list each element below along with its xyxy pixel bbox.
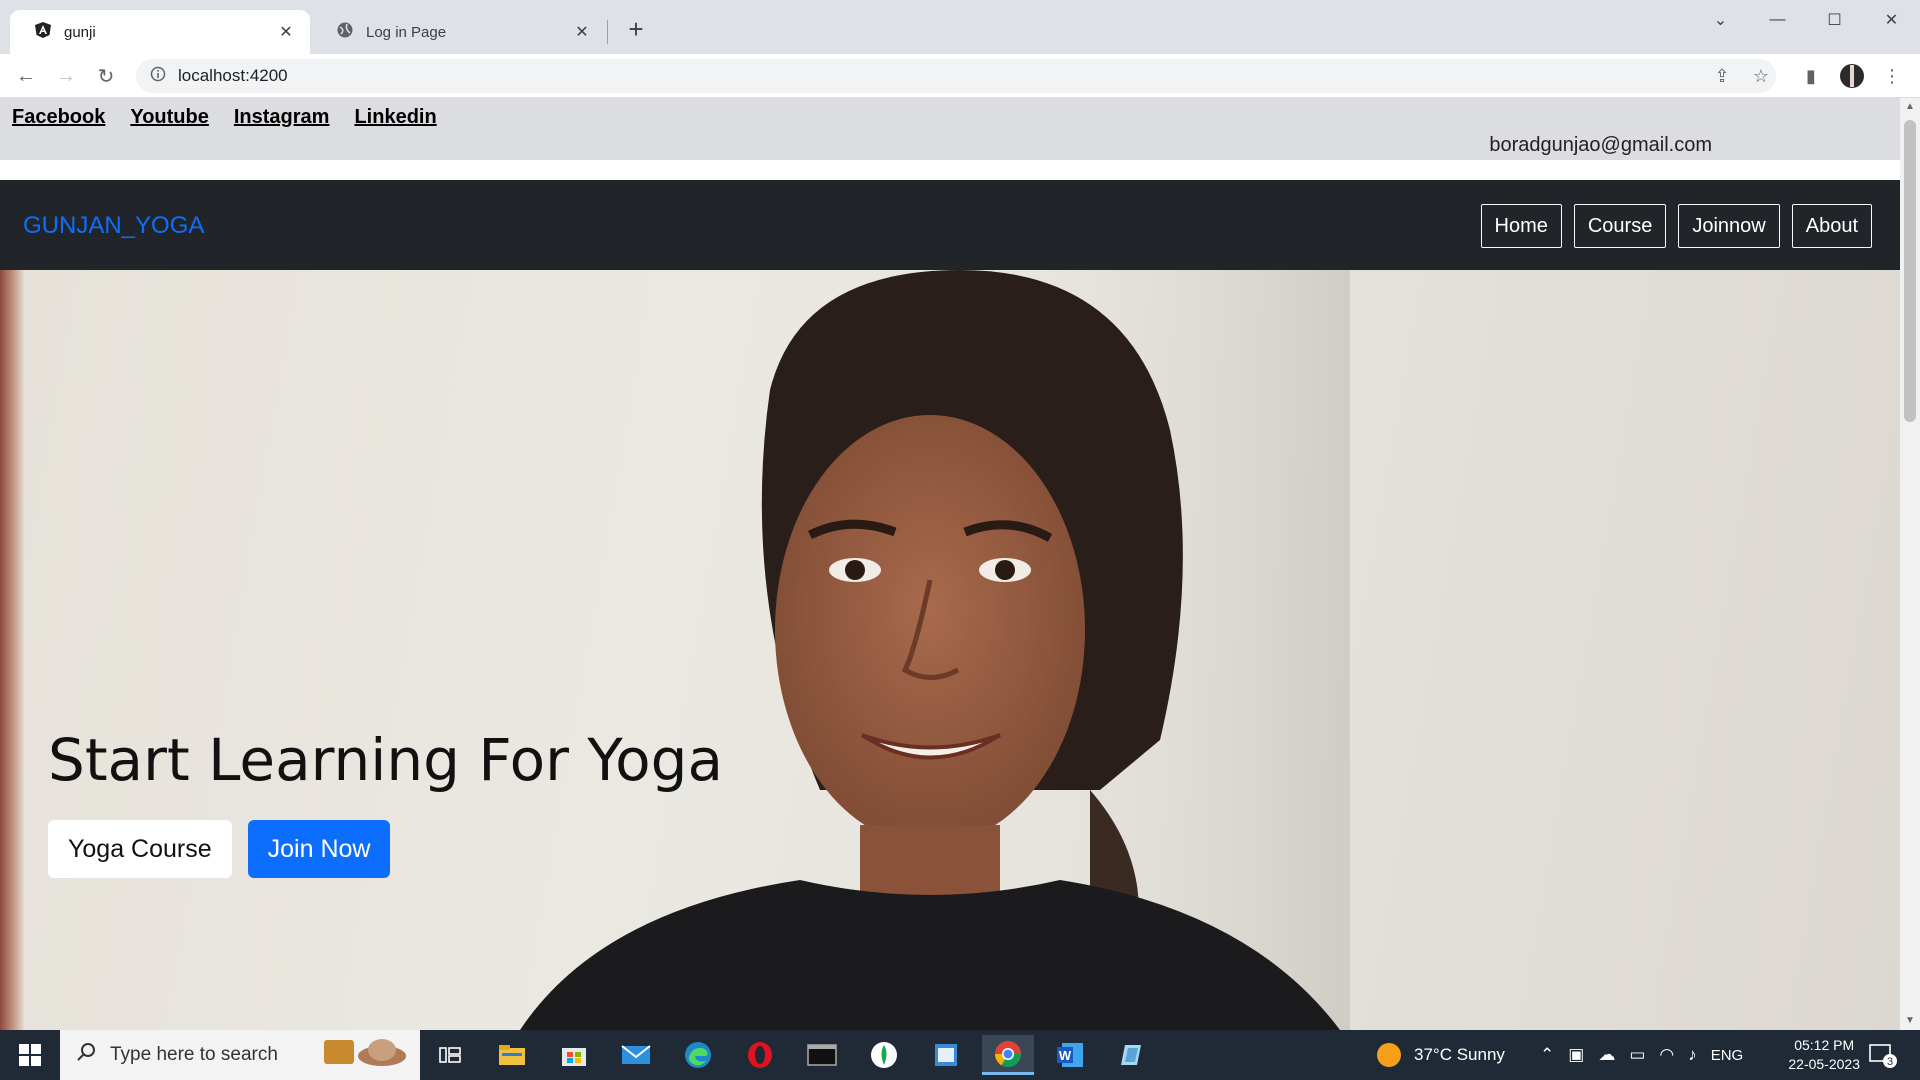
facebook-link[interactable]: Facebook xyxy=(12,106,105,129)
notification-count: 3 xyxy=(1887,1056,1893,1068)
profile-avatar[interactable] xyxy=(1836,60,1868,92)
new-tab-button[interactable]: + xyxy=(622,16,650,44)
tab-search-icon[interactable]: ⌄ xyxy=(1692,0,1749,40)
globe-icon xyxy=(336,21,354,43)
nav-joinnow-button[interactable]: Joinnow xyxy=(1678,204,1780,248)
chrome-browser-icon[interactable] xyxy=(982,1035,1034,1075)
meet-now-icon[interactable]: ▣ xyxy=(1568,1045,1584,1065)
instagram-link[interactable]: Instagram xyxy=(234,106,330,129)
nav-about-button[interactable]: About xyxy=(1791,204,1872,248)
tab-title: Log in Page xyxy=(366,23,447,41)
search-icon xyxy=(76,1042,96,1068)
windows-taskbar: Type here to search W 37°C Sunny ⌃ ▣ ☁ ▭… xyxy=(0,1030,1920,1080)
hero-title: Start Learning For Yoga xyxy=(48,726,723,794)
hero-portrait-image xyxy=(520,270,1350,1030)
weather-widget[interactable]: 37°C Sunny xyxy=(1376,1030,1505,1080)
info-icon[interactable] xyxy=(150,66,166,87)
address-bar[interactable]: localhost:4200 xyxy=(136,59,1776,93)
hero-buttons: Yoga Course Join Now xyxy=(48,820,391,878)
sun-icon xyxy=(1377,1043,1401,1067)
tab-log-in-page[interactable]: Log in Page ✕ xyxy=(312,10,606,54)
opera-browser-icon[interactable] xyxy=(734,1035,786,1075)
wifi-icon[interactable]: ◠ xyxy=(1659,1045,1674,1065)
battery-icon[interactable]: ▭ xyxy=(1629,1045,1645,1065)
scrollbar-thumb[interactable] xyxy=(1904,120,1916,422)
clock[interactable]: 05:12 PM 22-05-2023 xyxy=(1788,1036,1860,1074)
edge-browser-icon[interactable] xyxy=(672,1035,724,1075)
chevron-up-icon[interactable]: ⌃ xyxy=(1540,1045,1554,1065)
microsoft-store-icon[interactable] xyxy=(548,1035,600,1075)
close-tab-icon[interactable]: ✕ xyxy=(572,22,592,42)
close-window-icon[interactable]: ✕ xyxy=(1863,0,1920,40)
contact-email: boradgunjao@gmail.com xyxy=(1489,134,1712,156)
hero-section: Start Learning For Yoga Yoga Course Join… xyxy=(0,270,1900,1030)
search-placeholder: Type here to search xyxy=(110,1044,278,1065)
windows-start-icon[interactable] xyxy=(0,1030,60,1080)
onedrive-cloud-icon[interactable]: ☁ xyxy=(1598,1045,1615,1065)
share-icon[interactable]: ⇪ xyxy=(1706,60,1738,92)
side-panel-icon[interactable]: ▮ xyxy=(1795,60,1827,92)
social-links: Facebook Youtube Instagram Linkedin xyxy=(12,106,437,129)
angular-favicon-icon xyxy=(34,21,52,43)
notification-center-icon[interactable]: 3 xyxy=(1868,1030,1898,1080)
scroll-down-icon[interactable]: ▼ xyxy=(1900,1012,1920,1030)
word-icon[interactable]: W xyxy=(1044,1035,1096,1075)
back-icon[interactable]: ← xyxy=(10,60,42,92)
scroll-up-icon[interactable]: ▲ xyxy=(1900,98,1920,116)
hero-edge-shadow xyxy=(0,270,24,1030)
social-bar: Facebook Youtube Instagram Linkedin bora… xyxy=(0,98,1900,160)
tab-title: gunji xyxy=(64,23,96,41)
clock-date: 22-05-2023 xyxy=(1788,1056,1860,1072)
taskbar-search-box[interactable]: Type here to search xyxy=(60,1030,420,1080)
bookmark-star-icon[interactable]: ☆ xyxy=(1745,60,1777,92)
system-tray: ⌃ ▣ ☁ ▭ ◠ ♪ ENG xyxy=(1540,1030,1743,1080)
tab-gunji[interactable]: gunji ✕ xyxy=(10,10,310,54)
nav-buttons: Home Course Joinnow About xyxy=(1480,204,1872,248)
snipping-tool-icon[interactable] xyxy=(1106,1035,1158,1075)
yoga-course-button[interactable]: Yoga Course xyxy=(48,820,232,878)
reload-icon[interactable]: ↻ xyxy=(90,60,122,92)
task-view-icon[interactable] xyxy=(424,1035,476,1075)
brand-logo[interactable]: GUNJAN_YOGA xyxy=(23,212,204,240)
notepad-app-icon[interactable] xyxy=(920,1035,972,1075)
youtube-link[interactable]: Youtube xyxy=(130,106,209,129)
search-highlight-icon xyxy=(320,1034,410,1076)
minimize-icon[interactable]: — xyxy=(1749,0,1806,40)
window-controls: ⌄ — ☐ ✕ xyxy=(1692,0,1920,40)
mail-icon[interactable] xyxy=(610,1035,662,1075)
svg-text:W: W xyxy=(1059,1048,1072,1063)
browser-tab-bar: gunji ✕ Log in Page ✕ + ⌄ — ☐ ✕ xyxy=(0,0,1920,54)
nav-home-button[interactable]: Home xyxy=(1480,204,1562,248)
volume-icon[interactable]: ♪ xyxy=(1688,1045,1697,1065)
weather-text: 37°C Sunny xyxy=(1414,1045,1505,1064)
web-page: Facebook Youtube Instagram Linkedin bora… xyxy=(0,98,1900,1030)
file-explorer-icon[interactable] xyxy=(486,1035,538,1075)
mongodb-compass-icon[interactable] xyxy=(858,1035,910,1075)
url-text: localhost:4200 xyxy=(178,66,288,85)
clock-time: 05:12 PM xyxy=(1794,1037,1855,1053)
page-scrollbar[interactable]: ▲ ▼ xyxy=(1900,98,1920,1030)
maximize-icon[interactable]: ☐ xyxy=(1806,0,1863,40)
terminal-icon[interactable] xyxy=(796,1035,848,1075)
nav-course-button[interactable]: Course xyxy=(1573,204,1667,248)
linkedin-link[interactable]: Linkedin xyxy=(354,106,436,129)
tab-divider xyxy=(607,20,608,44)
forward-icon[interactable]: → xyxy=(50,60,82,92)
browser-toolbar: ← → ↻ localhost:4200 ⇪ ☆ ▮ ⋮ xyxy=(0,54,1920,98)
main-navbar: GUNJAN_YOGA Home Course Joinnow About xyxy=(0,180,1900,270)
join-now-button[interactable]: Join Now xyxy=(247,820,391,878)
menu-kebab-icon[interactable]: ⋮ xyxy=(1876,60,1908,92)
close-tab-icon[interactable]: ✕ xyxy=(276,22,296,42)
language-indicator[interactable]: ENG xyxy=(1711,1047,1744,1064)
